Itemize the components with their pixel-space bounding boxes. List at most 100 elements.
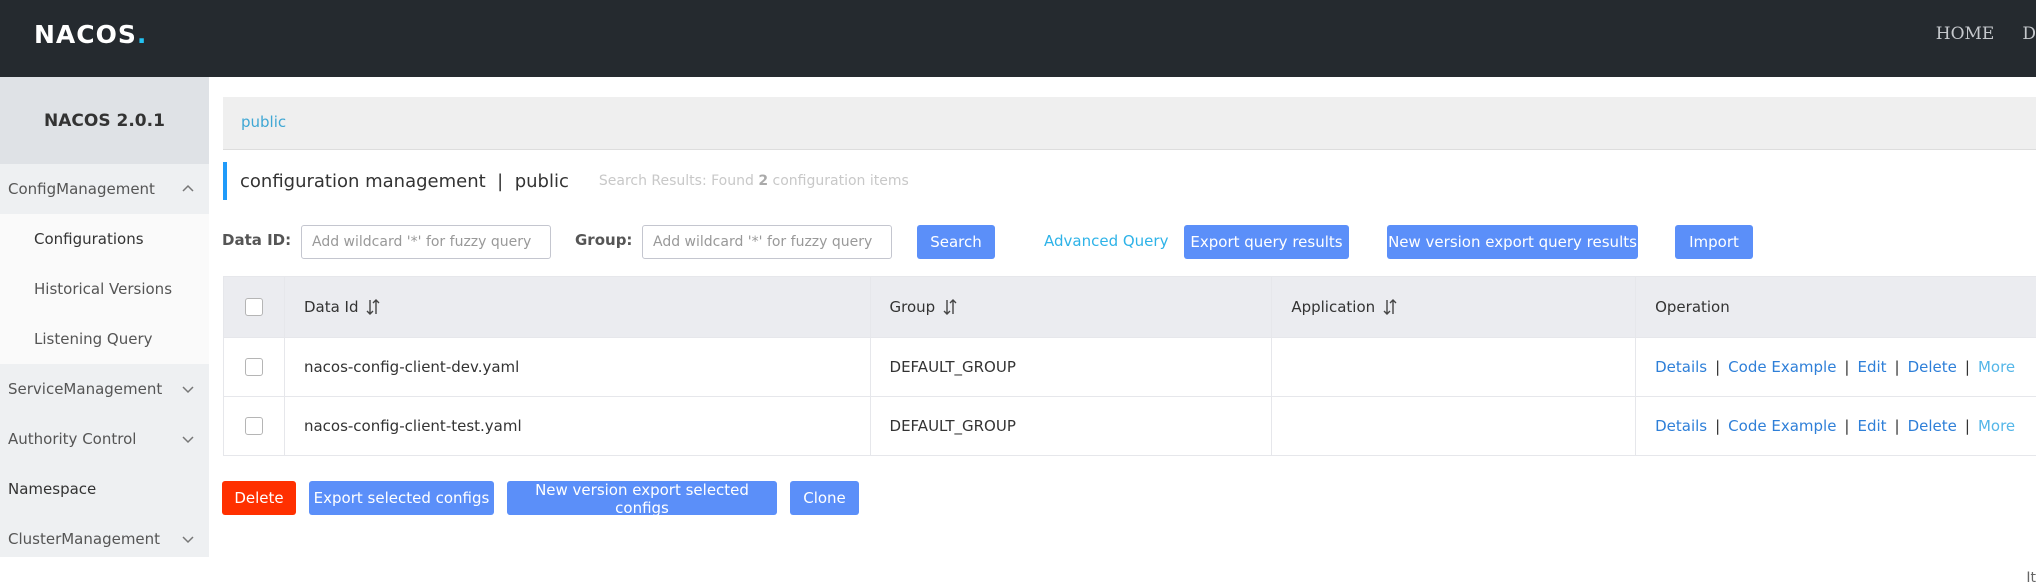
cell-application (1272, 338, 1636, 397)
main-content: public configuration management | public… (209, 77, 2036, 557)
op-separator: | (1895, 358, 1900, 376)
nav-home[interactable]: HOME (1936, 24, 1995, 44)
sidebar-item-label: ServiceManagement (8, 380, 162, 398)
code-example-link[interactable]: Code Example (1728, 358, 1836, 376)
details-link[interactable]: Details (1655, 358, 1707, 376)
op-separator: | (1965, 417, 1970, 435)
pagination-info: It (2026, 570, 2036, 586)
results-count: 2 (758, 173, 768, 189)
code-example-link[interactable]: Code Example (1728, 417, 1836, 435)
export-query-results-button[interactable]: Export query results (1184, 225, 1349, 259)
op-separator: | (1844, 358, 1849, 376)
data-id-input[interactable] (301, 225, 551, 259)
row-checkbox[interactable] (245, 358, 263, 376)
column-header-application[interactable]: Application (1272, 277, 1636, 338)
sidebar-item-label: Configurations (34, 230, 144, 248)
header-label: Application (1291, 298, 1375, 316)
table-header-row: Data Id Group Application Operation (224, 277, 2036, 338)
edit-link[interactable]: Edit (1857, 358, 1886, 376)
sidebar-item-config-management[interactable]: ConfigManagement (0, 164, 209, 214)
details-link[interactable]: Details (1655, 417, 1707, 435)
logo-text: NACOS (34, 20, 137, 49)
clone-button[interactable]: Clone (790, 481, 859, 515)
column-header-data-id[interactable]: Data Id (284, 277, 870, 338)
sidebar-item-label: Historical Versions (34, 280, 172, 298)
header-label: Data Id (304, 298, 359, 316)
op-separator: | (1895, 417, 1900, 435)
page-title: configuration management | public Search… (223, 162, 909, 200)
op-separator: | (1965, 358, 1970, 376)
title-separator: | (497, 171, 503, 192)
table-row: nacos-config-client-dev.yaml DEFAULT_GRO… (224, 338, 2036, 397)
sidebar-item-label: Authority Control (8, 430, 136, 448)
logo-dot: . (137, 20, 148, 49)
nav-docs[interactable]: D (2022, 24, 2036, 44)
chevron-down-icon (179, 530, 197, 548)
row-select-cell (224, 338, 285, 397)
sidebar-item-label: Namespace (8, 480, 96, 498)
nacos-logo[interactable]: NACOS. (34, 20, 147, 49)
sidebar-title: NACOS 2.0.1 (0, 77, 209, 164)
title-namespace: public (515, 171, 569, 192)
sidebar-item-authority-control[interactable]: Authority Control (0, 414, 209, 464)
cell-data-id: nacos-config-client-dev.yaml (284, 338, 870, 397)
chevron-down-icon (179, 380, 197, 398)
more-link[interactable]: More (1978, 417, 2015, 435)
search-results-summary: Search Results: Found 2 configuration it… (599, 173, 909, 189)
cell-group: DEFAULT_GROUP (870, 397, 1272, 456)
data-id-label: Data ID: (222, 231, 291, 249)
new-version-export-selected-button[interactable]: New version export selected configs (507, 481, 777, 515)
group-input[interactable] (642, 225, 892, 259)
config-table: Data Id Group Application Operation naco… (223, 276, 2036, 456)
row-select-cell (224, 397, 285, 456)
group-label: Group: (575, 231, 632, 249)
cell-operations: Details | Code Example | Edit | Delete | More (1636, 338, 2036, 397)
sort-icon[interactable] (1383, 298, 1397, 316)
sidebar-item-listening-query[interactable]: Listening Query (0, 314, 209, 364)
sidebar-item-service-management[interactable]: ServiceManagement (0, 364, 209, 414)
sidebar-item-label: Listening Query (34, 330, 153, 348)
sidebar-item-configurations[interactable]: Configurations (0, 214, 209, 264)
column-header-operation: Operation (1636, 277, 2036, 338)
title-label: configuration management (240, 171, 486, 192)
namespace-link-public[interactable]: public (241, 113, 286, 131)
cell-application (1272, 397, 1636, 456)
table-row: nacos-config-client-test.yaml DEFAULT_GR… (224, 397, 2036, 456)
cell-data-id: nacos-config-client-test.yaml (284, 397, 870, 456)
header-label: Group (890, 298, 936, 316)
select-all-checkbox[interactable] (245, 298, 263, 316)
chevron-down-icon (179, 430, 197, 448)
sidebar: NACOS 2.0.1 ConfigManagement Configurati… (0, 77, 209, 557)
delete-link[interactable]: Delete (1908, 358, 1957, 376)
cell-operations: Details | Code Example | Edit | Delete | More (1636, 397, 2036, 456)
sidebar-item-namespace[interactable]: Namespace (0, 464, 209, 514)
cell-group: DEFAULT_GROUP (870, 338, 1272, 397)
op-separator: | (1715, 417, 1720, 435)
export-selected-button[interactable]: Export selected configs (309, 481, 494, 515)
top-nav: HOME D (1936, 24, 2036, 44)
more-link[interactable]: More (1978, 358, 2015, 376)
sidebar-item-label: ConfigManagement (8, 180, 155, 198)
bulk-delete-button[interactable]: Delete (222, 481, 296, 515)
new-version-export-button[interactable]: New version export query results (1387, 225, 1638, 259)
op-separator: | (1844, 417, 1849, 435)
sort-icon[interactable] (366, 298, 380, 316)
namespace-bar: public (223, 97, 2036, 150)
results-prefix: Search Results: Found (599, 173, 758, 189)
search-button[interactable]: Search (917, 225, 995, 259)
page-title-text: configuration management | public (240, 171, 569, 192)
select-all-cell (224, 277, 285, 338)
row-checkbox[interactable] (245, 417, 263, 435)
import-button[interactable]: Import (1675, 225, 1753, 259)
column-header-group[interactable]: Group (870, 277, 1272, 338)
sort-icon[interactable] (943, 298, 957, 316)
sidebar-item-label: ClusterManagement (8, 530, 160, 548)
edit-link[interactable]: Edit (1857, 417, 1886, 435)
delete-link[interactable]: Delete (1908, 417, 1957, 435)
top-header: NACOS. HOME D (0, 0, 2036, 77)
results-suffix: configuration items (768, 173, 909, 189)
chevron-up-icon (179, 180, 197, 198)
sidebar-item-historical-versions[interactable]: Historical Versions (0, 264, 209, 314)
op-separator: | (1715, 358, 1720, 376)
advanced-query-link[interactable]: Advanced Query (1044, 232, 1168, 250)
